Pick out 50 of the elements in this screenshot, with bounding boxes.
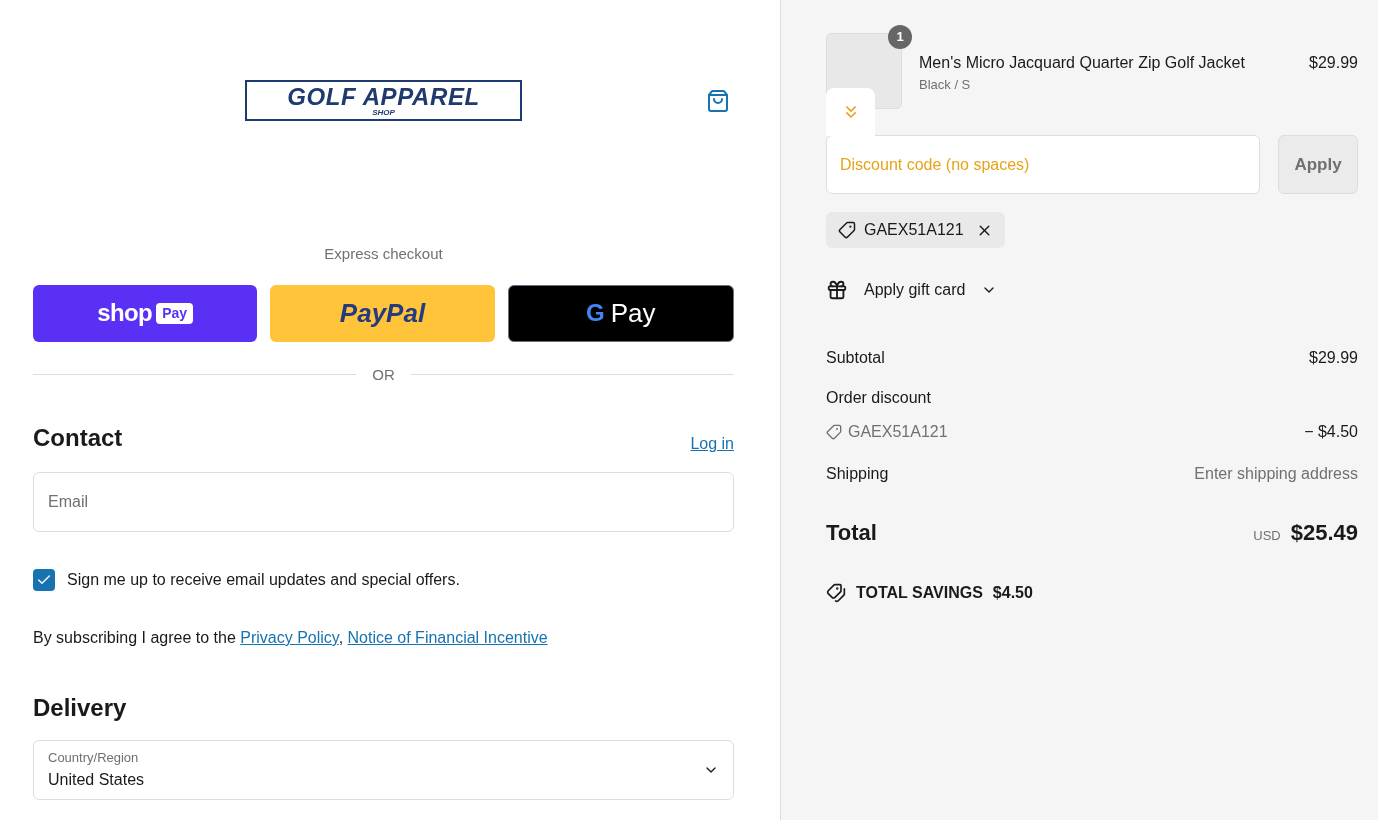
gift-icon xyxy=(826,279,848,301)
discount-code-line: GAEX51A121 xyxy=(848,422,948,442)
policy-link[interactable]: Privacy Policy xyxy=(240,629,339,646)
contact-heading: Contact xyxy=(33,423,123,453)
savings-label: TOTAL SAVINGS xyxy=(856,583,983,603)
product-variant: Black / S xyxy=(919,76,972,94)
tag-icon xyxy=(838,221,856,239)
newsletter-label: Sign me up to receive email updates and special offers. xyxy=(67,570,460,590)
policy-link[interactable]: Notice of Financial Incentive xyxy=(347,629,548,646)
discount-code-field[interactable]: Discount code (no spaces) xyxy=(826,135,1260,194)
newsletter-checkbox[interactable] xyxy=(33,569,55,591)
logo-tagline: SHOP xyxy=(372,108,395,117)
shop-pay-button[interactable]: shop Pay xyxy=(33,284,258,342)
total-amount: $25.49 xyxy=(1290,519,1358,547)
consent-text: By subscribing I agree to the Privacy Policy, Notice of Financial Incentive xyxy=(33,628,549,648)
gift-card-toggle[interactable]: Apply gift card xyxy=(826,278,998,302)
tag-icon xyxy=(826,424,842,440)
shipping-value: Enter shipping address xyxy=(1194,464,1358,484)
email-field[interactable]: Email xyxy=(33,472,734,532)
pay-label: Pay xyxy=(610,296,656,330)
shipping-label: Shipping xyxy=(826,464,889,484)
currency-code: USD xyxy=(1253,527,1281,545)
google-g-logo: G xyxy=(586,298,605,328)
shop-logo[interactable]: GOLF APPAREL SHOP xyxy=(245,80,522,121)
product-name: Men's Micro Jacquard Quarter Zip Golf Jacket xyxy=(919,53,1246,73)
pay-tag: Pay xyxy=(156,302,194,324)
quantity-badge: 1 xyxy=(888,25,912,49)
delivery-heading: Delivery xyxy=(33,693,128,723)
or-divider-label: OR xyxy=(372,364,395,385)
summary-value: $29.99 xyxy=(1309,348,1358,368)
total-label: Total xyxy=(826,519,877,547)
applied-code: GAEX51A121 xyxy=(864,220,964,240)
summary-label: Subtotal xyxy=(826,348,885,368)
country-select[interactable]: Country/Region United States xyxy=(33,740,734,800)
product-price: $29.99 xyxy=(1309,53,1358,73)
savings-amount: $4.50 xyxy=(992,583,1033,603)
google-pay-button[interactable]: G Pay xyxy=(507,284,734,342)
tags-icon xyxy=(826,583,846,603)
gift-card-label: Apply gift card xyxy=(864,280,966,300)
express-checkout-title: Express checkout xyxy=(323,244,444,264)
apply-button[interactable]: Apply xyxy=(1278,135,1358,194)
summary-label: Order discount xyxy=(826,388,931,408)
country-value: United States xyxy=(48,769,145,790)
log-in-link[interactable]: Log in xyxy=(690,432,734,456)
logo-wordmark: GOLF APPAREL xyxy=(287,84,480,109)
country-label: Country/Region xyxy=(48,749,140,768)
paypal-button[interactable]: PayPal xyxy=(270,284,495,342)
shop-wordmark: shop xyxy=(97,298,153,328)
cart-bag-icon[interactable] xyxy=(706,88,730,113)
discount-amount: − $4.50 xyxy=(1304,422,1358,442)
